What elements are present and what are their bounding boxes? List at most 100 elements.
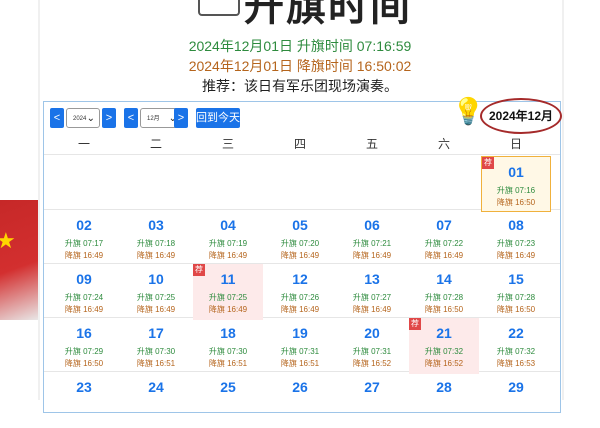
year-select[interactable]: 2024 ⌄ [66,108,100,128]
day-set-time: 降旗 16:52 [352,359,392,368]
day-set-time: 降旗 16:49 [280,305,320,314]
day-rise-time: 升旗 07:25 [136,293,176,302]
day-number: 26 [292,379,308,395]
calendar-day-cell[interactable]: 荐 01 升旗 07:16 降旗 16:50 [481,156,551,212]
calendar-day-cell[interactable]: 14 升旗 07:28 降旗 16:50 [409,264,479,320]
calendar-day-cell[interactable]: 18 升旗 07:30 降旗 16:51 [193,318,263,374]
day-rise-time: 升旗 07:31 [352,347,392,356]
day-rise-time: 升旗 07:20 [280,239,320,248]
weekday-label: 四 [293,137,306,151]
calendar-day-cell[interactable]: 荐 21 升旗 07:32 降旗 16:52 [409,318,479,374]
back-to-today-button[interactable]: 回到今天 [196,108,240,128]
calendar-day-cell[interactable]: 26 [265,372,335,428]
calendar-day-cell[interactable]: 12 升旗 07:26 降旗 16:49 [265,264,335,320]
calendar-day-cell[interactable]: 22 升旗 07:32 降旗 16:53 [481,318,551,374]
day-number: 10 [148,271,164,287]
calendar-day-cell[interactable]: 08 升旗 07:23 降旗 16:49 [481,210,551,266]
calendar-day-cell[interactable]: 27 [337,372,407,428]
banner-icon [198,0,240,16]
calendar-day-cell[interactable]: 24 [121,372,191,428]
calendar-day-cell[interactable]: 25 [193,372,263,428]
day-set-time: 降旗 16:51 [208,359,248,368]
calendar-day-cell[interactable]: 02 升旗 07:17 降旗 16:49 [49,210,119,266]
next-month-button[interactable]: > [174,108,188,128]
day-set-time: 降旗 16:49 [280,251,320,260]
calendar-day-cell[interactable]: 荐 11 升旗 07:25 降旗 16:49 [193,264,263,320]
day-rise-time: 升旗 07:29 [64,347,104,356]
day-rise-time: 升旗 07:26 [280,293,320,302]
calendar-toolbar: < 2024 ⌄ > < 12月 ⌄ > 回到今天 💡 2024年12月 [44,96,562,134]
flag-background [0,200,40,320]
calendar-day-cell[interactable]: 20 升旗 07:31 降旗 16:52 [337,318,407,374]
weekday-label: 三 [221,137,234,151]
day-number: 08 [508,217,524,233]
day-set-time: 降旗 16:49 [424,251,464,260]
year-select-value: 2024 [73,116,87,122]
day-set-time: 降旗 16:49 [352,305,392,314]
day-number: 28 [436,379,452,395]
calendar-day-cell[interactable]: 07 升旗 07:22 降旗 16:49 [409,210,479,266]
day-rise-time: 升旗 07:28 [496,293,536,302]
weekday-label: 日 [509,137,522,151]
calendar: < 2024 ⌄ > < 12月 ⌄ > 回到今天 💡 2024年12月 一 二… [43,96,562,413]
calendar-day-cell[interactable]: 04 升旗 07:19 降旗 16:49 [193,210,263,266]
weekday-label: 六 [437,137,450,151]
day-set-time: 降旗 16:52 [424,359,464,368]
day-number: 25 [220,379,236,395]
prev-month-button[interactable]: < [124,108,138,128]
day-number: 20 [364,325,380,341]
day-number: 03 [148,217,164,233]
day-number: 09 [76,271,92,287]
current-month-label: 2024年12月 [480,98,562,134]
day-number: 02 [76,217,92,233]
day-set-time: 降旗 16:49 [136,251,176,260]
calendar-day-cell[interactable]: 28 [409,372,479,428]
day-set-time: 降旗 16:53 [496,359,536,368]
day-rise-time: 升旗 07:22 [424,239,464,248]
day-rise-time: 升旗 07:27 [352,293,392,302]
calendar-day-cell[interactable]: 13 升旗 07:27 降旗 16:49 [337,264,407,320]
day-set-time: 降旗 16:49 [64,251,104,260]
next-year-button[interactable]: > [102,108,116,128]
page-title: 升旗时间 [244,0,412,29]
day-set-time: 降旗 16:49 [496,251,536,260]
day-set-time: 降旗 16:50 [64,359,104,368]
day-rise-time: 升旗 07:28 [424,293,464,302]
calendar-day-cell[interactable]: 03 升旗 07:18 降旗 16:49 [121,210,191,266]
day-rise-time: 升旗 07:30 [136,347,176,356]
day-set-time: 降旗 16:51 [136,359,176,368]
day-set-time: 降旗 16:50 [496,305,536,314]
calendar-day-cell[interactable]: 06 升旗 07:21 降旗 16:49 [337,210,407,266]
day-number: 06 [364,217,380,233]
day-rise-time: 升旗 07:21 [352,239,392,248]
weekday-label: 一 [77,137,90,151]
recommend-badge: 荐 [482,157,494,169]
flag-star-icon: ★ [0,228,16,253]
day-set-time: 降旗 16:51 [280,359,320,368]
calendar-day-cell[interactable]: 15 升旗 07:28 降旗 16:50 [481,264,551,320]
calendar-day-cell[interactable]: 17 升旗 07:30 降旗 16:51 [121,318,191,374]
prev-year-button[interactable]: < [50,108,64,128]
calendar-day-cell[interactable]: 10 升旗 07:25 降旗 16:49 [121,264,191,320]
day-rise-time: 升旗 07:18 [136,239,176,248]
calendar-day-cell[interactable]: 05 升旗 07:20 降旗 16:49 [265,210,335,266]
day-set-time: 降旗 16:49 [64,305,104,314]
day-rise-time: 升旗 07:16 [496,186,536,195]
day-number: 13 [364,271,380,287]
day-rise-time: 升旗 07:32 [496,347,536,356]
day-number: 18 [220,325,236,341]
calendar-day-cell[interactable]: 19 升旗 07:31 降旗 16:51 [265,318,335,374]
lightbulb-icon[interactable]: 💡 [452,96,484,127]
day-number: 07 [436,217,452,233]
day-set-time: 降旗 16:50 [496,198,536,207]
weekday-label: 五 [365,137,378,151]
day-number: 14 [436,271,452,287]
chevron-down-icon: ⌄ [86,113,95,124]
day-rise-time: 升旗 07:32 [424,347,464,356]
day-rise-time: 升旗 07:24 [64,293,104,302]
calendar-day-cell[interactable]: 16 升旗 07:29 降旗 16:50 [49,318,119,374]
calendar-day-cell[interactable]: 23 [49,372,119,428]
calendar-day-cell[interactable]: 29 [481,372,551,428]
day-rise-time: 升旗 07:23 [496,239,536,248]
calendar-day-cell[interactable]: 09 升旗 07:24 降旗 16:49 [49,264,119,320]
